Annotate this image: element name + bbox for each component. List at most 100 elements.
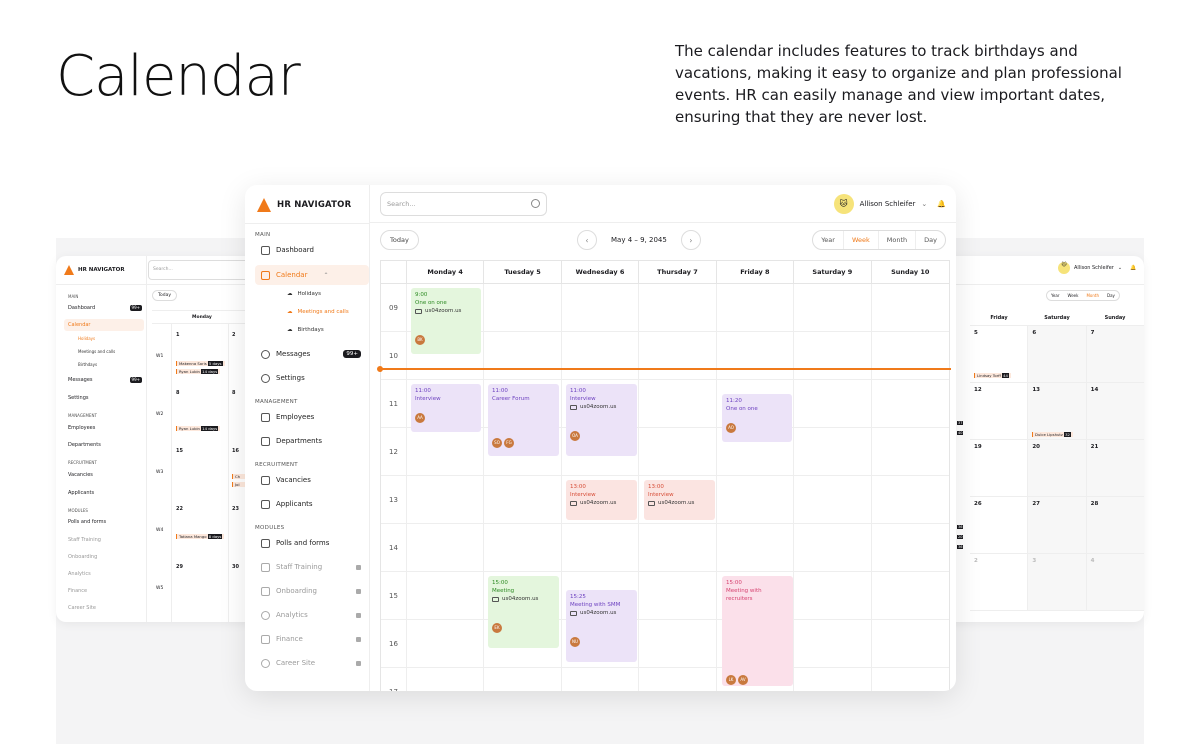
date-cell[interactable]: 1: [176, 332, 179, 338]
view-year[interactable]: Year: [1047, 291, 1063, 300]
sidebar-subitem-birthdays[interactable]: ☁ Birthdays: [255, 321, 369, 339]
left-nav-birthdays[interactable]: Birthdays: [78, 362, 97, 367]
sidebar-item-calendar[interactable]: Calendar ⌃: [255, 265, 369, 285]
date-cell[interactable]: 26: [970, 497, 1029, 553]
date-cell[interactable]: 22: [176, 506, 183, 512]
date-cell[interactable]: 12: [970, 383, 1029, 439]
sidebar-item-vacancies[interactable]: Vacancies: [255, 471, 369, 489]
event-card[interactable]: 11:00 Interview us04zoom.us OA: [566, 384, 637, 456]
event-card[interactable]: 15:25 Meeting with SMM us04zoom.us NU: [566, 590, 637, 662]
sidebar-item-dashboard[interactable]: Dashboard: [255, 241, 369, 259]
next-week-button[interactable]: ›: [680, 230, 701, 250]
event-card[interactable]: 13:00 Interview us04zoom.us: [644, 480, 715, 520]
event-card[interactable]: 11:00 Interview AA: [411, 384, 481, 432]
user-menu[interactable]: 🐱 Allison Schleifer ⌄ 🔔: [833, 193, 946, 214]
event-card[interactable]: 11:00 Career Forum SO FG: [488, 384, 559, 456]
sidebar-subitem-meetings[interactable]: ☁ Meetings and calls: [255, 303, 369, 321]
left-nav-messages[interactable]: Messages 99+: [68, 377, 142, 383]
event-card[interactable]: 15:00 Meeting with recruiters LK AV: [722, 576, 793, 686]
event-link[interactable]: us04zoom.us: [570, 609, 633, 617]
date-cell[interactable]: 19: [970, 440, 1029, 496]
date-cell[interactable]: 7: [1086, 326, 1144, 382]
search-input-left[interactable]: Search...: [148, 260, 256, 280]
date-cell[interactable]: 13: [1028, 383, 1087, 439]
sidebar-item-applicants[interactable]: Applicants: [255, 495, 369, 513]
left-nav-vacancies[interactable]: Vacancies: [68, 472, 93, 478]
sidebar-item-departments[interactable]: Departments: [255, 432, 369, 450]
left-nav-calendar[interactable]: Calendar: [64, 319, 144, 331]
event-card[interactable]: 11:20 One on one AO: [722, 394, 792, 442]
today-button-left[interactable]: Today: [152, 290, 178, 301]
left-nav-departments[interactable]: Departments: [68, 442, 101, 448]
date-cell[interactable]: 27: [1028, 497, 1087, 553]
left-nav-staff-training[interactable]: Staff Training: [68, 537, 101, 543]
date-cell[interactable]: 21: [1086, 440, 1144, 496]
date-cell[interactable]: 6: [1028, 326, 1087, 382]
view-day[interactable]: Day: [1103, 291, 1119, 300]
left-nav-analytics[interactable]: Analytics: [68, 571, 91, 577]
left-nav-onboarding[interactable]: Onboarding: [68, 554, 97, 560]
view-year[interactable]: Year: [813, 231, 844, 249]
left-nav-applicants[interactable]: Applicants: [68, 490, 94, 496]
search-icon[interactable]: [531, 199, 540, 208]
left-nav-settings[interactable]: Settings: [68, 395, 89, 401]
event-card[interactable]: 9:00 One on one us04zoom.us BK: [411, 288, 481, 354]
bell-icon[interactable]: 🔔: [1130, 265, 1136, 271]
date-cell[interactable]: 2: [970, 554, 1029, 610]
event-link[interactable]: us04zoom.us: [648, 499, 711, 507]
left-nav-dashboard[interactable]: Dashboard 99+: [68, 305, 142, 311]
date-cell[interactable]: 29: [176, 564, 183, 570]
sidebar-subitem-holidays[interactable]: ☁ Holidays: [255, 285, 369, 303]
sidebar-item-settings[interactable]: Settings: [255, 369, 369, 387]
sidebar-item-career-site[interactable]: Career Site: [255, 654, 369, 672]
date-cell[interactable]: 8: [232, 390, 235, 396]
event-link[interactable]: us04zoom.us: [415, 307, 477, 315]
date-cell[interactable]: 16: [232, 448, 239, 454]
chevron-up-icon[interactable]: ⌃: [323, 272, 328, 279]
vacation-tag[interactable]: Ryan Lubin 14 days: [176, 426, 221, 431]
sidebar-item-messages[interactable]: Messages 99+: [255, 345, 369, 363]
left-nav-employees[interactable]: Employees: [68, 425, 95, 431]
left-nav-holidays[interactable]: Holidays: [78, 336, 95, 341]
date-cell[interactable]: 14: [1086, 383, 1144, 439]
view-month[interactable]: Month: [1082, 291, 1103, 300]
chevron-down-icon[interactable]: ⌄: [921, 200, 927, 208]
date-cell[interactable]: 30: [232, 564, 239, 570]
vacation-tag[interactable]: Lindsay Torff 44: [974, 373, 1011, 378]
view-day[interactable]: Day: [916, 231, 945, 249]
sidebar-item-onboarding[interactable]: Onboarding: [255, 582, 369, 600]
date-cell[interactable]: 28: [1086, 497, 1144, 553]
event-link[interactable]: us04zoom.us: [570, 403, 633, 411]
date-cell[interactable]: 23: [232, 506, 239, 512]
view-week[interactable]: Week: [1063, 291, 1082, 300]
event-card[interactable]: 15:00 Meeting us04zoom.us EK: [488, 576, 559, 648]
user-menu-right[interactable]: 🐱 Allison Schleifer ⌄ 🔔: [1058, 262, 1136, 274]
date-cell[interactable]: 3: [1028, 554, 1087, 610]
event-link[interactable]: us04zoom.us: [492, 595, 555, 603]
left-nav-career-site[interactable]: Career Site: [68, 605, 96, 611]
sidebar-item-polls[interactable]: Polls and forms: [255, 534, 369, 552]
search-input[interactable]: Search...: [380, 191, 547, 216]
date-cell[interactable]: 4: [1086, 554, 1144, 610]
left-nav-polls[interactable]: Polls and forms: [68, 519, 106, 525]
prev-week-button[interactable]: ‹: [577, 230, 597, 250]
today-button[interactable]: Today: [380, 230, 419, 250]
left-nav-finance[interactable]: Finance: [68, 588, 87, 594]
event-link[interactable]: us04zoom.us: [570, 499, 633, 507]
event-card[interactable]: 13:00 Interview us04zoom.us: [566, 480, 637, 520]
sidebar-item-analytics[interactable]: Analytics: [255, 606, 369, 624]
vacation-tag[interactable]: Ryan Lubin 14 days: [176, 369, 221, 374]
date-cell[interactable]: 15: [176, 448, 183, 454]
vacation-tag[interactable]: Dulce Lipshutz 32: [1032, 432, 1073, 437]
view-month[interactable]: Month: [879, 231, 917, 249]
sidebar-item-staff-training[interactable]: Staff Training: [255, 558, 369, 576]
vacation-tag[interactable]: Makenna Saris 5 days: [176, 361, 225, 366]
sidebar-item-employees[interactable]: Employees: [255, 408, 369, 426]
view-week[interactable]: Week: [844, 231, 879, 249]
date-cell[interactable]: 8: [176, 390, 179, 396]
bell-icon[interactable]: 🔔: [937, 200, 946, 208]
date-cell[interactable]: 2: [232, 332, 235, 338]
sidebar-item-finance[interactable]: Finance: [255, 630, 369, 648]
vacation-tag[interactable]: Tatiana Mango 8 days: [176, 534, 225, 539]
left-nav-meetings[interactable]: Meetings and calls: [78, 349, 115, 354]
